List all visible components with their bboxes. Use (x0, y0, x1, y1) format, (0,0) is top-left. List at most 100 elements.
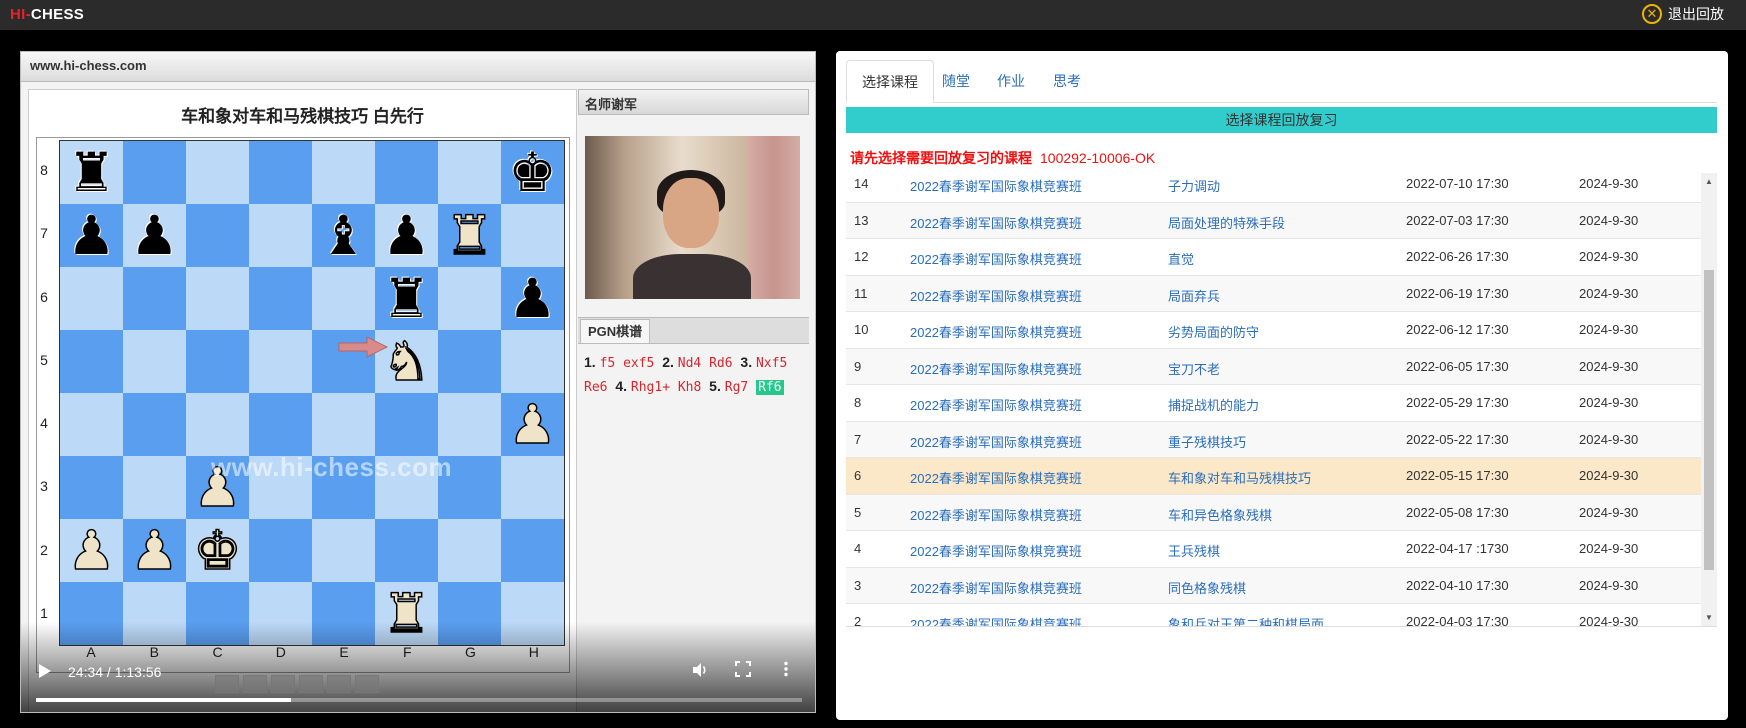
course-link[interactable]: 2022春季谢军国际象棋竞赛班 (910, 578, 1082, 597)
table-row[interactable]: 5 2022春季谢军国际象棋竞赛班 车和异色格象残棋 2022-05-08 17:30… (846, 493, 1701, 530)
topic-link[interactable]: 子力调动 (1168, 176, 1220, 195)
last-move-button[interactable] (327, 675, 351, 693)
square-a2[interactable]: ♟ (60, 519, 123, 582)
play-icon[interactable] (38, 663, 52, 679)
black-king-icon[interactable]: ♚ (508, 145, 556, 200)
square-f6[interactable]: ♜ (375, 267, 438, 330)
square-d4[interactable] (249, 393, 312, 456)
table-row[interactable]: 12 2022春季谢军国际象棋竞赛班 直觉 2022-06-26 17:30 2024-… (846, 238, 1701, 275)
topic-link[interactable]: 王兵残棋 (1168, 541, 1220, 560)
table-row[interactable]: 14 2022春季谢军国际象棋竞赛班 子力调动 2022-07-10 17:30 202… (846, 173, 1701, 202)
topic-link[interactable]: 车和象对车和马残棋技巧 (1168, 468, 1311, 487)
scroll-thumb[interactable] (1704, 270, 1714, 570)
topic-link[interactable]: 宝刀不老 (1168, 359, 1220, 378)
course-link[interactable]: 2022春季谢军国际象棋竞赛班 (910, 432, 1082, 451)
square-h8[interactable]: ♚ (501, 141, 564, 204)
current-move[interactable]: Rf6 (756, 380, 784, 395)
table-row[interactable]: 10 2022春季谢军国际象棋竞赛班 劣势局面的防守 2022-06-12 17:30… (846, 311, 1701, 348)
square-a7[interactable]: ♟ (60, 204, 123, 267)
black-pawn-icon[interactable]: ♟ (508, 271, 556, 326)
move-black[interactable]: Kh8 (678, 380, 701, 395)
exit-replay-button[interactable]: ✕ 退出回放 (1642, 4, 1724, 24)
topic-link[interactable]: 重子残棋技巧 (1168, 432, 1246, 451)
scroll-up-icon[interactable]: ▲ (1705, 177, 1713, 186)
black-bishop-icon[interactable]: ♝ (319, 208, 367, 263)
topic-link[interactable]: 同色格象残棋 (1168, 578, 1246, 597)
course-link[interactable]: 2022春季谢军国际象棋竞赛班 (910, 249, 1082, 268)
course-link[interactable]: 2022春季谢军国际象棋竞赛班 (910, 395, 1082, 414)
video-progress-bar[interactable] (36, 698, 802, 702)
black-pawn-icon[interactable]: ♟ (130, 208, 178, 263)
move-black[interactable]: Rd6 (709, 356, 732, 371)
fullscreen-icon[interactable] (735, 661, 751, 677)
topic-link[interactable]: 局面弃兵 (1168, 286, 1220, 305)
white-knight-icon[interactable]: ♞ (382, 333, 432, 389)
square-g2[interactable] (438, 519, 501, 582)
square-a3[interactable] (60, 456, 123, 519)
square-d5[interactable] (249, 330, 312, 393)
tab-2[interactable]: 作业 (982, 60, 1040, 101)
course-link[interactable]: 2022春季谢军国际象棋竞赛班 (910, 541, 1082, 560)
prev-move-button[interactable] (243, 675, 267, 693)
tab-3[interactable]: 思考 (1038, 60, 1096, 101)
white-king-icon[interactable]: ♚ (193, 522, 243, 578)
square-e4[interactable] (312, 393, 375, 456)
table-row[interactable]: 4 2022春季谢军国际象棋竞赛班 王兵残棋 2022-04-17 :1730 2024… (846, 530, 1701, 567)
play-moves-button[interactable] (271, 675, 295, 693)
square-d2[interactable] (249, 519, 312, 582)
square-b4[interactable] (123, 393, 186, 456)
square-g4[interactable] (438, 393, 501, 456)
first-move-button[interactable] (215, 675, 239, 693)
square-a5[interactable] (60, 330, 123, 393)
tab-0[interactable]: 选择课程 (846, 60, 934, 103)
square-g8[interactable] (438, 141, 501, 204)
square-e2[interactable] (312, 519, 375, 582)
square-e8[interactable] (312, 141, 375, 204)
square-g7[interactable]: ♜ (438, 204, 501, 267)
move-white[interactable]: Nd4 (678, 356, 701, 371)
black-rook-icon[interactable]: ♜ (67, 145, 115, 200)
topic-link[interactable]: 劣势局面的防守 (1168, 322, 1259, 341)
square-c4[interactable] (186, 393, 249, 456)
square-d8[interactable] (249, 141, 312, 204)
course-link[interactable]: 2022春季谢军国际象棋竞赛班 (910, 505, 1082, 524)
next-move-button[interactable] (299, 675, 323, 693)
square-c8[interactable] (186, 141, 249, 204)
square-h2[interactable] (501, 519, 564, 582)
square-h4[interactable]: ♟ (501, 393, 564, 456)
square-c5[interactable] (186, 330, 249, 393)
move-black[interactable]: exf5 (623, 356, 654, 371)
square-c7[interactable] (186, 204, 249, 267)
square-g6[interactable] (438, 267, 501, 330)
square-b5[interactable] (123, 330, 186, 393)
topic-link[interactable]: 象和兵对王第二种和棋局面 (1168, 614, 1324, 626)
course-link[interactable]: 2022春季谢军国际象棋竞赛班 (910, 614, 1082, 626)
square-d6[interactable] (249, 267, 312, 330)
table-row[interactable]: 11 2022春季谢军国际象棋竞赛班 局面弃兵 2022-06-19 17:30 202… (846, 274, 1701, 311)
course-link[interactable]: 2022春季谢军国际象棋竞赛班 (910, 322, 1082, 341)
square-h6[interactable]: ♟ (501, 267, 564, 330)
scroll-down-icon[interactable]: ▼ (1705, 613, 1713, 622)
tab-pgn[interactable]: PGN棋谱 (580, 319, 651, 343)
table-row[interactable]: 2 2022春季谢军国际象棋竞赛班 象和兵对王第二种和棋局面 2022-04-03 1… (846, 603, 1701, 626)
table-scrollbar[interactable]: ▲ ▼ (1701, 173, 1717, 626)
tab-1[interactable]: 随堂 (927, 60, 985, 101)
flip-board-button[interactable] (355, 675, 379, 693)
square-e6[interactable] (312, 267, 375, 330)
square-f7[interactable]: ♟ (375, 204, 438, 267)
square-f8[interactable] (375, 141, 438, 204)
square-c6[interactable] (186, 267, 249, 330)
square-f4[interactable] (375, 393, 438, 456)
white-pawn-icon[interactable]: ♟ (508, 396, 558, 452)
square-h3[interactable] (501, 456, 564, 519)
table-row[interactable]: 9 2022春季谢军国际象棋竞赛班 宝刀不老 2022-06-05 17:30 2024… (846, 347, 1701, 384)
square-a8[interactable]: ♜ (60, 141, 123, 204)
topic-link[interactable]: 捕捉战机的能力 (1168, 395, 1259, 414)
table-row[interactable]: 8 2022春季谢军国际象棋竞赛班 捕捉战机的能力 2022-05-29 17:30 2… (846, 384, 1701, 421)
square-a4[interactable] (60, 393, 123, 456)
topic-link[interactable]: 局面处理的特殊手段 (1168, 213, 1285, 232)
chess-board[interactable]: ♜ ♚ ♟ ♟ ♝ ♟ ♜ ♜ ♟ ♞ ♟ ♟ ♟ ♟ ♚ ♜ (59, 140, 565, 646)
course-link[interactable]: 2022春季谢军国际象棋竞赛班 (910, 468, 1082, 487)
table-row-selected[interactable]: 6 2022春季谢军国际象棋竞赛班 车和象对车和马残棋技巧 2022-05-15 17… (846, 457, 1701, 494)
topic-link[interactable]: 直觉 (1168, 249, 1194, 268)
